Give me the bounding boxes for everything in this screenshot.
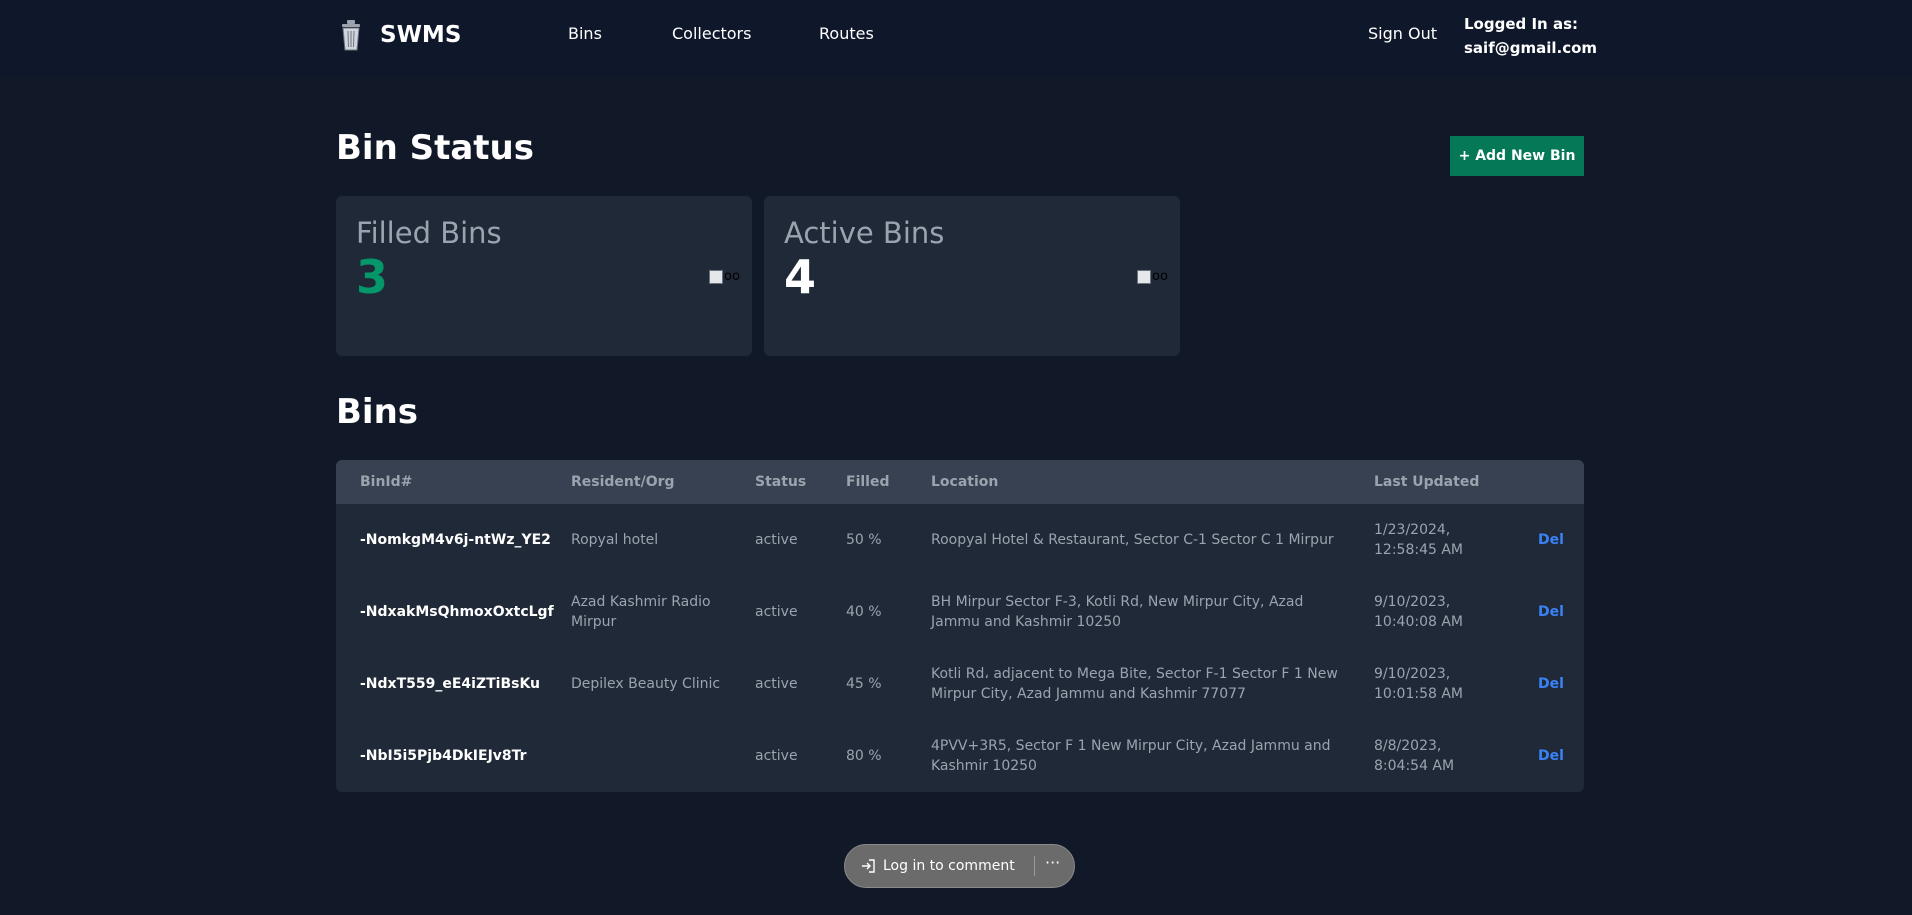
nav-link-collectors[interactable]: Collectors (672, 24, 751, 43)
bin-id: -NbI5i5Pjb4DkIEJv8Tr (360, 748, 527, 764)
active-bins-card: Active Bins 4 oo (764, 196, 1180, 356)
divider (1034, 856, 1035, 876)
card-label: Active Bins (784, 216, 945, 250)
resident-org (571, 720, 741, 792)
table-row: -NomkgM4v6j-ntWz_YE2 Ropyal hotel active… (336, 504, 1584, 576)
brand-logo[interactable]: SWMS (336, 18, 461, 52)
nav-link-routes[interactable]: Routes (819, 24, 874, 43)
log-in-to-comment-button[interactable]: Log in to comment (859, 857, 1015, 875)
sign-out-link[interactable]: Sign Out (1368, 24, 1437, 43)
bin-location: Kotli Rd، adjacent to Mega Bite, Sector … (931, 666, 1338, 702)
more-options-button[interactable]: ··· (1045, 853, 1060, 872)
column-header-binid: BinId# (360, 474, 413, 490)
column-header-location: Location (931, 474, 999, 490)
sign-in-icon (862, 859, 875, 873)
bin-filled: 40 % (846, 604, 882, 620)
column-header-resident: Resident/Org (571, 474, 675, 490)
logged-in-label: Logged In as: (1464, 15, 1579, 33)
table-row: -NdxT559_eE4iZTiBsKu Depilex Beauty Clin… (336, 648, 1584, 720)
bin-status: active (755, 532, 798, 548)
add-new-bin-button[interactable]: + Add New Bin (1450, 136, 1584, 176)
image-alt-text: oo (1152, 269, 1168, 284)
bin-id: -NomkgM4v6j-ntWz_YE2 (360, 532, 551, 548)
last-updated: 8/8/2023, 8:04:54 AM (1374, 738, 1455, 774)
delete-bin-link[interactable]: Del (1538, 720, 1564, 792)
app-name: SWMS (380, 22, 462, 48)
table-header: BinId# Resident/Org Status Filled Locati… (336, 460, 1584, 504)
table-row: -NdxakMsQhmoxOxtcLgf Azad Kashmir Radio … (336, 576, 1584, 648)
page-title: Bin Status (336, 128, 534, 168)
comment-bar: Log in to comment ··· (844, 844, 1075, 888)
bin-location: Roopyal Hotel & Restaurant, Sector C-1 S… (931, 532, 1334, 548)
bin-status: active (755, 676, 798, 692)
active-bins-count: 4 (784, 250, 817, 304)
bin-filled: 80 % (846, 748, 882, 764)
bin-location: BH Mirpur Sector F-3, Kotli Rd, New Mirp… (931, 594, 1304, 630)
broken-image-icon (1137, 269, 1151, 284)
bins-section-title: Bins (336, 392, 419, 432)
top-navbar: SWMS Bins Collectors Routes Sign Out Log… (0, 0, 1912, 76)
delete-bin-link[interactable]: Del (1538, 576, 1564, 648)
last-updated: 9/10/2023, 10:01:58 AM (1374, 666, 1463, 702)
bin-filled: 45 % (846, 676, 882, 692)
delete-bin-link[interactable]: Del (1538, 504, 1564, 576)
nav-link-bins[interactable]: Bins (568, 24, 602, 43)
logged-in-info: Logged In as: saif@gmail.com (1464, 12, 1597, 60)
filled-bins-count: 3 (356, 250, 389, 304)
card-label: Filled Bins (356, 216, 502, 250)
bin-status: active (755, 604, 798, 620)
card-broken-image: oo (709, 269, 740, 284)
image-alt-text: oo (724, 269, 740, 284)
table-row: -NbI5i5Pjb4DkIEJv8Tr active 80 % 4PVV+3R… (336, 720, 1584, 792)
bin-id: -NdxT559_eE4iZTiBsKu (360, 676, 541, 692)
column-header-filled: Filled (846, 474, 890, 490)
bin-location: 4PVV+3R5, Sector F 1 New Mirpur City, Az… (931, 738, 1331, 774)
bins-table: BinId# Resident/Org Status Filled Locati… (336, 460, 1584, 792)
resident-org: Depilex Beauty Clinic (571, 676, 721, 692)
last-updated: 1/23/2024, 12:58:45 AM (1374, 522, 1463, 558)
column-header-status: Status (755, 474, 807, 490)
log-in-to-comment-label: Log in to comment (883, 858, 1015, 874)
bin-id: -NdxakMsQhmoxOxtcLgf (360, 604, 554, 620)
column-header-last-updated: Last Updated (1374, 474, 1480, 490)
resident-org: Azad Kashmir Radio Mirpur (571, 594, 711, 630)
bin-filled: 50 % (846, 532, 882, 548)
card-broken-image: oo (1137, 269, 1168, 284)
trash-bin-icon (342, 20, 360, 51)
logged-in-email: saif@gmail.com (1464, 39, 1598, 57)
bin-status: active (755, 748, 798, 764)
filled-bins-card: Filled Bins 3 oo (336, 196, 752, 356)
resident-org: Ropyal hotel (571, 532, 659, 548)
broken-image-icon (709, 269, 723, 284)
last-updated: 9/10/2023, 10:40:08 AM (1374, 594, 1463, 630)
delete-bin-link[interactable]: Del (1538, 648, 1564, 720)
